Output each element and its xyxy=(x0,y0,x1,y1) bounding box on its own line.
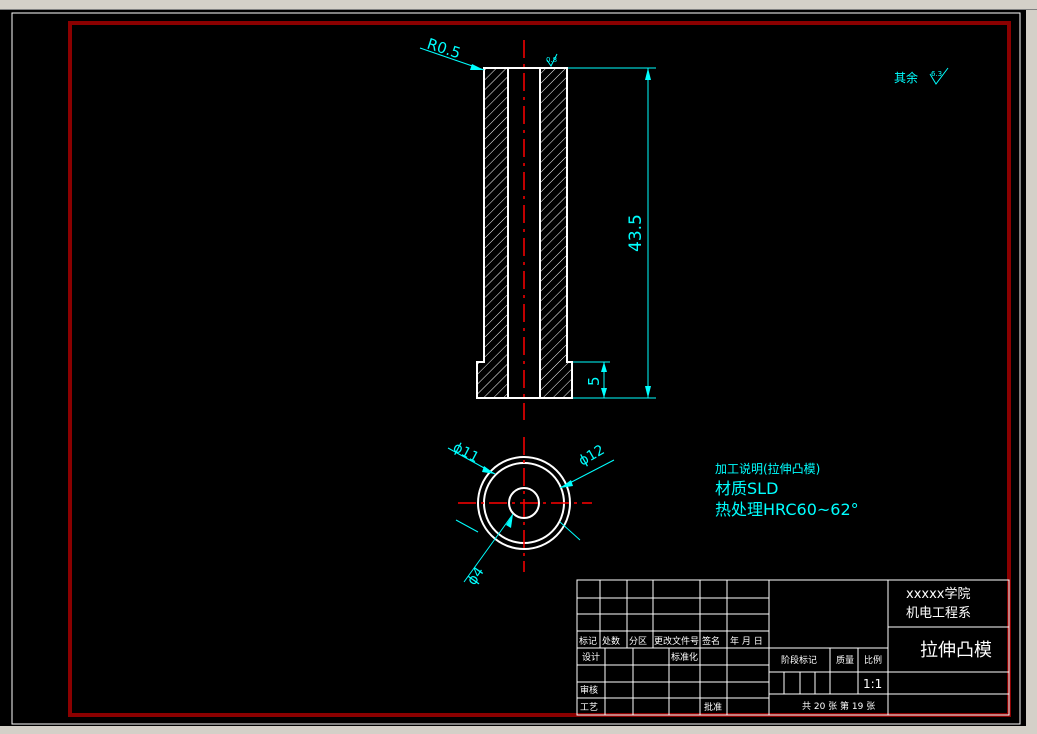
tb-school: xxxxx学院 xyxy=(906,586,970,602)
svg-text:处数: 处数 xyxy=(602,635,620,647)
drawing-canvas[interactable]: R0.5 43.5 5 0.8 ϕ11 ϕ12 ϕ4 其余 6.3 加工说明(拉… xyxy=(0,0,1037,734)
tb-design: 设计 xyxy=(582,651,600,663)
tb-scale: 1:1 xyxy=(863,677,882,691)
radius-label: R0.5 xyxy=(425,35,463,63)
notes-title: 加工说明(拉伸凸模) xyxy=(715,461,820,476)
right-hatched-wall xyxy=(539,67,573,399)
section-dimensions xyxy=(419,47,656,399)
svg-text:签名: 签名 xyxy=(702,635,720,647)
roughness-top-label: 0.8 xyxy=(546,56,557,64)
svg-text:标记: 标记 xyxy=(579,635,597,647)
tb-stage: 阶段标记 xyxy=(781,654,817,666)
svg-text:年 月 日: 年 月 日 xyxy=(730,635,763,647)
tb-review: 审核 xyxy=(580,684,598,696)
tb-weight: 质量 xyxy=(836,654,854,666)
section-view xyxy=(476,40,573,420)
svg-text:更改文件号: 更改文件号 xyxy=(654,635,699,647)
tb-sheets: 共 20 张 第 19 张 xyxy=(802,700,875,712)
surface-note-label: 其余 xyxy=(894,70,918,85)
title-block-headers: 标记 处数 分区 更改文件号 签名 年 月 日 xyxy=(579,635,763,647)
end-view-dimensions xyxy=(447,447,615,583)
tb-process: 工艺 xyxy=(580,702,598,713)
tb-approve: 批准 xyxy=(704,701,722,713)
paper-outer-frame xyxy=(11,12,1021,725)
step-label: 5 xyxy=(585,376,603,386)
dia4-label: ϕ4 xyxy=(464,564,488,588)
length-label: 43.5 xyxy=(626,214,646,252)
tb-scale-label: 比例 xyxy=(864,654,882,666)
tb-standard: 标准化 xyxy=(671,651,698,663)
dia11-label: ϕ11 xyxy=(450,439,481,466)
surface-note-value: 6.3 xyxy=(931,70,942,78)
notes-material: 材质SLD xyxy=(715,479,778,498)
left-hatched-wall xyxy=(476,67,509,399)
tb-part-name: 拉伸凸模 xyxy=(920,640,992,661)
notes-heat: 热处理HRC60~62° xyxy=(715,500,859,519)
tb-dept: 机电工程系 xyxy=(906,606,971,621)
svg-text:分区: 分区 xyxy=(629,636,647,647)
